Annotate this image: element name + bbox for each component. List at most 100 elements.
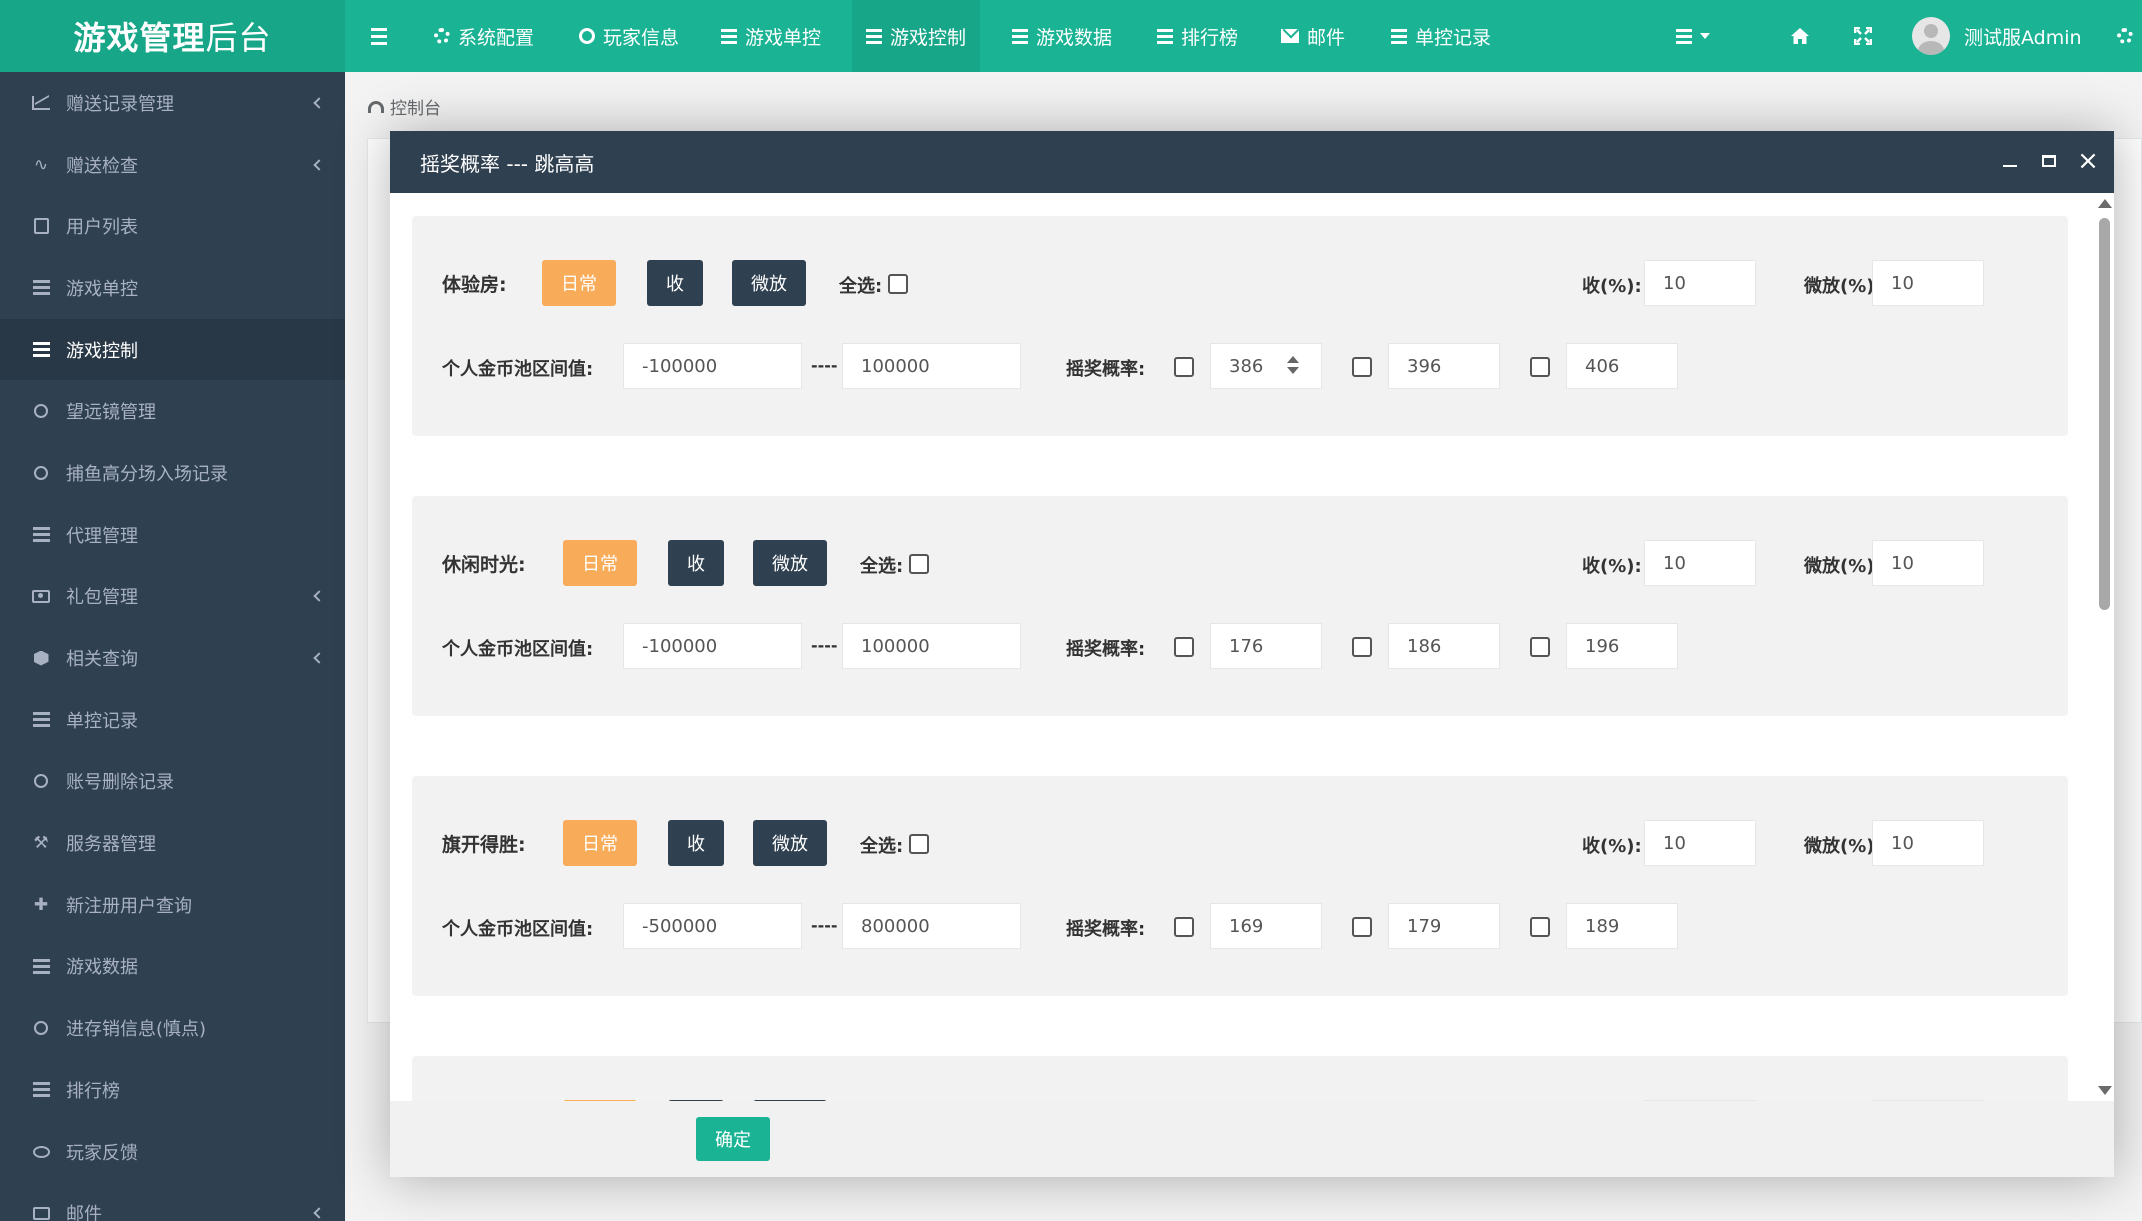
modal-title-bar[interactable]: 摇奖概率 --- 跳高高 × (390, 131, 2114, 193)
topnav-item-mail[interactable]: 邮件 (1267, 0, 1359, 72)
sidebar-item-new-users[interactable]: ✚ 新注册用户查询 (0, 874, 345, 936)
weifang-button[interactable]: 微放 (732, 260, 806, 306)
game-block-leisure-time: 休闲时光: 日常 收 微放 全选: 收(%): 10 微放(%): 10 个人金… (412, 496, 2068, 716)
weifang-pct-label: 微放(%): (1804, 556, 1882, 577)
topnav-item-game-control[interactable]: 游戏控制 (852, 0, 981, 72)
topnav-item-system-config[interactable]: 系统配置 (420, 0, 548, 72)
caret-down-icon (1700, 33, 1710, 39)
weifang-pct-input[interactable]: 10 (1872, 540, 1984, 586)
prob-input-2[interactable]: 179 (1388, 903, 1500, 949)
confirm-button[interactable]: 确定 (696, 1117, 770, 1161)
sidebar-item-label: 游戏单控 (66, 278, 138, 300)
sidebar-item-gift-records[interactable]: 赠送记录管理 (0, 72, 345, 134)
select-all-checkbox[interactable] (909, 834, 929, 854)
topnav-item-leaderboard[interactable]: 排行榜 (1143, 0, 1252, 72)
settings-gear-icon[interactable] (2108, 18, 2142, 54)
topnav-item-control-records[interactable]: 单控记录 (1377, 0, 1505, 72)
modal-scrollbar[interactable] (2094, 193, 2114, 1101)
breadcrumb[interactable]: 控制台 (368, 94, 441, 119)
minimize-icon[interactable] (1998, 149, 2022, 173)
sidebar-item-game-data[interactable]: 游戏数据 (0, 936, 345, 998)
shou-button[interactable]: 收 (668, 540, 724, 586)
sidebar-item-user-list[interactable]: 用户列表 (0, 195, 345, 257)
sidebar-item-mail[interactable]: 邮件 (0, 1182, 345, 1221)
select-all-checkbox[interactable] (888, 274, 908, 294)
prob-input-1[interactable]: 386 (1210, 343, 1322, 389)
prob-input-2[interactable]: 396 (1388, 343, 1500, 389)
prob-input-3[interactable]: 189 (1566, 903, 1678, 949)
prob-input-1[interactable]: 176 (1210, 623, 1322, 669)
pool-max-input[interactable]: 100000 (842, 343, 1021, 389)
scroll-down-icon[interactable] (2098, 1086, 2112, 1095)
weifang-pct-input[interactable]: 10 (1872, 260, 1984, 306)
shou-pct-input[interactable]: 10 (1644, 260, 1756, 306)
prob-checkbox-2[interactable] (1352, 637, 1372, 657)
sidebar-item-gift-pack[interactable]: 礼包管理 (0, 566, 345, 628)
prob-checkbox-3[interactable] (1530, 917, 1550, 937)
sidebar-item-gift-check[interactable]: ∿ 赠送检查 (0, 134, 345, 196)
sidebar-item-queries[interactable]: 相关查询 (0, 627, 345, 689)
pool-min-input[interactable]: -100000 (623, 343, 802, 389)
sidebar-item-account-deletion[interactable]: 账号删除记录 (0, 751, 345, 813)
select-all-label: 全选: (839, 276, 883, 297)
normal-button[interactable]: 日常 (542, 260, 616, 306)
number-spinner-icon[interactable] (1287, 356, 1299, 374)
list-icon (30, 341, 52, 359)
prob-checkbox-3[interactable] (1530, 637, 1550, 657)
weifang-button[interactable]: 微放 (753, 820, 827, 866)
maximize-icon[interactable] (2037, 149, 2061, 173)
sidebar-item-game-control[interactable]: 游戏控制 (0, 318, 345, 381)
pool-max-input[interactable]: 100000 (842, 623, 1021, 669)
sidebar-item-server[interactable]: ⚒ 服务器管理 (0, 812, 345, 874)
sidebar-item-feedback[interactable]: 玩家反馈 (0, 1121, 345, 1183)
pool-max-input[interactable]: 800000 (842, 903, 1021, 949)
list-icon (1391, 28, 1407, 44)
sidebar-item-leaderboard[interactable]: 排行榜 (0, 1059, 345, 1121)
weifang-pct-input[interactable]: 10 (1872, 820, 1984, 866)
sidebar-toggle-button[interactable] (362, 20, 396, 52)
topnav-item-player-info[interactable]: 玩家信息 (565, 0, 693, 72)
shou-pct-input[interactable]: 10 (1644, 540, 1756, 586)
app-logo[interactable]: 游戏管理 后台 (0, 0, 345, 72)
sidebar-item-control-records[interactable]: 单控记录 (0, 689, 345, 751)
prob-input-1[interactable]: 169 (1210, 903, 1322, 949)
select-all-checkbox[interactable] (909, 554, 929, 574)
shou-pct-input[interactable]: 10 (1644, 820, 1756, 866)
home-icon[interactable] (1782, 18, 1818, 54)
prob-checkbox-2[interactable] (1352, 917, 1372, 937)
prob-checkbox-2[interactable] (1352, 357, 1372, 377)
more-menu-dropdown[interactable] (1668, 18, 1718, 54)
prob-input-3[interactable]: 406 (1566, 343, 1678, 389)
game-block-experience-room: 体验房: 日常 收 微放 全选: 收(%): 10 微放(%): 10 个人金币… (412, 216, 2068, 436)
topnav-item-game-single-control[interactable]: 游戏单控 (707, 0, 835, 72)
close-icon[interactable]: × (2076, 148, 2100, 174)
shou-button[interactable]: 收 (668, 820, 724, 866)
sidebar-item-label: 赠送记录管理 (66, 93, 174, 115)
prob-checkbox-1[interactable] (1174, 357, 1194, 377)
sidebar-item-game-single-control[interactable]: 游戏单控 (0, 257, 345, 319)
prob-checkbox-1[interactable] (1174, 917, 1194, 937)
prob-input-2[interactable]: 186 (1388, 623, 1500, 669)
sidebar-item-inventory[interactable]: 进存销信息(慎点) (0, 997, 345, 1059)
scroll-thumb[interactable] (2099, 218, 2110, 610)
sidebar-item-agent[interactable]: 代理管理 (0, 504, 345, 566)
weifang-button[interactable]: 微放 (753, 540, 827, 586)
sidebar-item-label: 单控记录 (66, 710, 138, 732)
shou-button[interactable]: 收 (647, 260, 703, 306)
topnav-label: 游戏单控 (745, 26, 822, 49)
list-icon (30, 957, 52, 975)
pool-min-input[interactable]: -500000 (623, 903, 802, 949)
pool-min-input[interactable]: -100000 (623, 623, 802, 669)
prob-input-3[interactable]: 196 (1566, 623, 1678, 669)
prob-checkbox-3[interactable] (1530, 357, 1550, 377)
sidebar-item-telescope[interactable]: 望远镜管理 (0, 380, 345, 442)
range-separator: ---- (811, 916, 838, 935)
normal-button[interactable]: 日常 (563, 820, 637, 866)
fullscreen-icon[interactable] (1845, 18, 1881, 54)
prob-checkbox-1[interactable] (1174, 637, 1194, 657)
user-menu[interactable]: 测试服Admin (1912, 14, 2082, 58)
sidebar-item-fishing-records[interactable]: 捕鱼高分场入场记录 (0, 442, 345, 504)
normal-button[interactable]: 日常 (563, 540, 637, 586)
topnav-item-game-data[interactable]: 游戏数据 (998, 0, 1126, 72)
scroll-up-icon[interactable] (2098, 199, 2112, 208)
